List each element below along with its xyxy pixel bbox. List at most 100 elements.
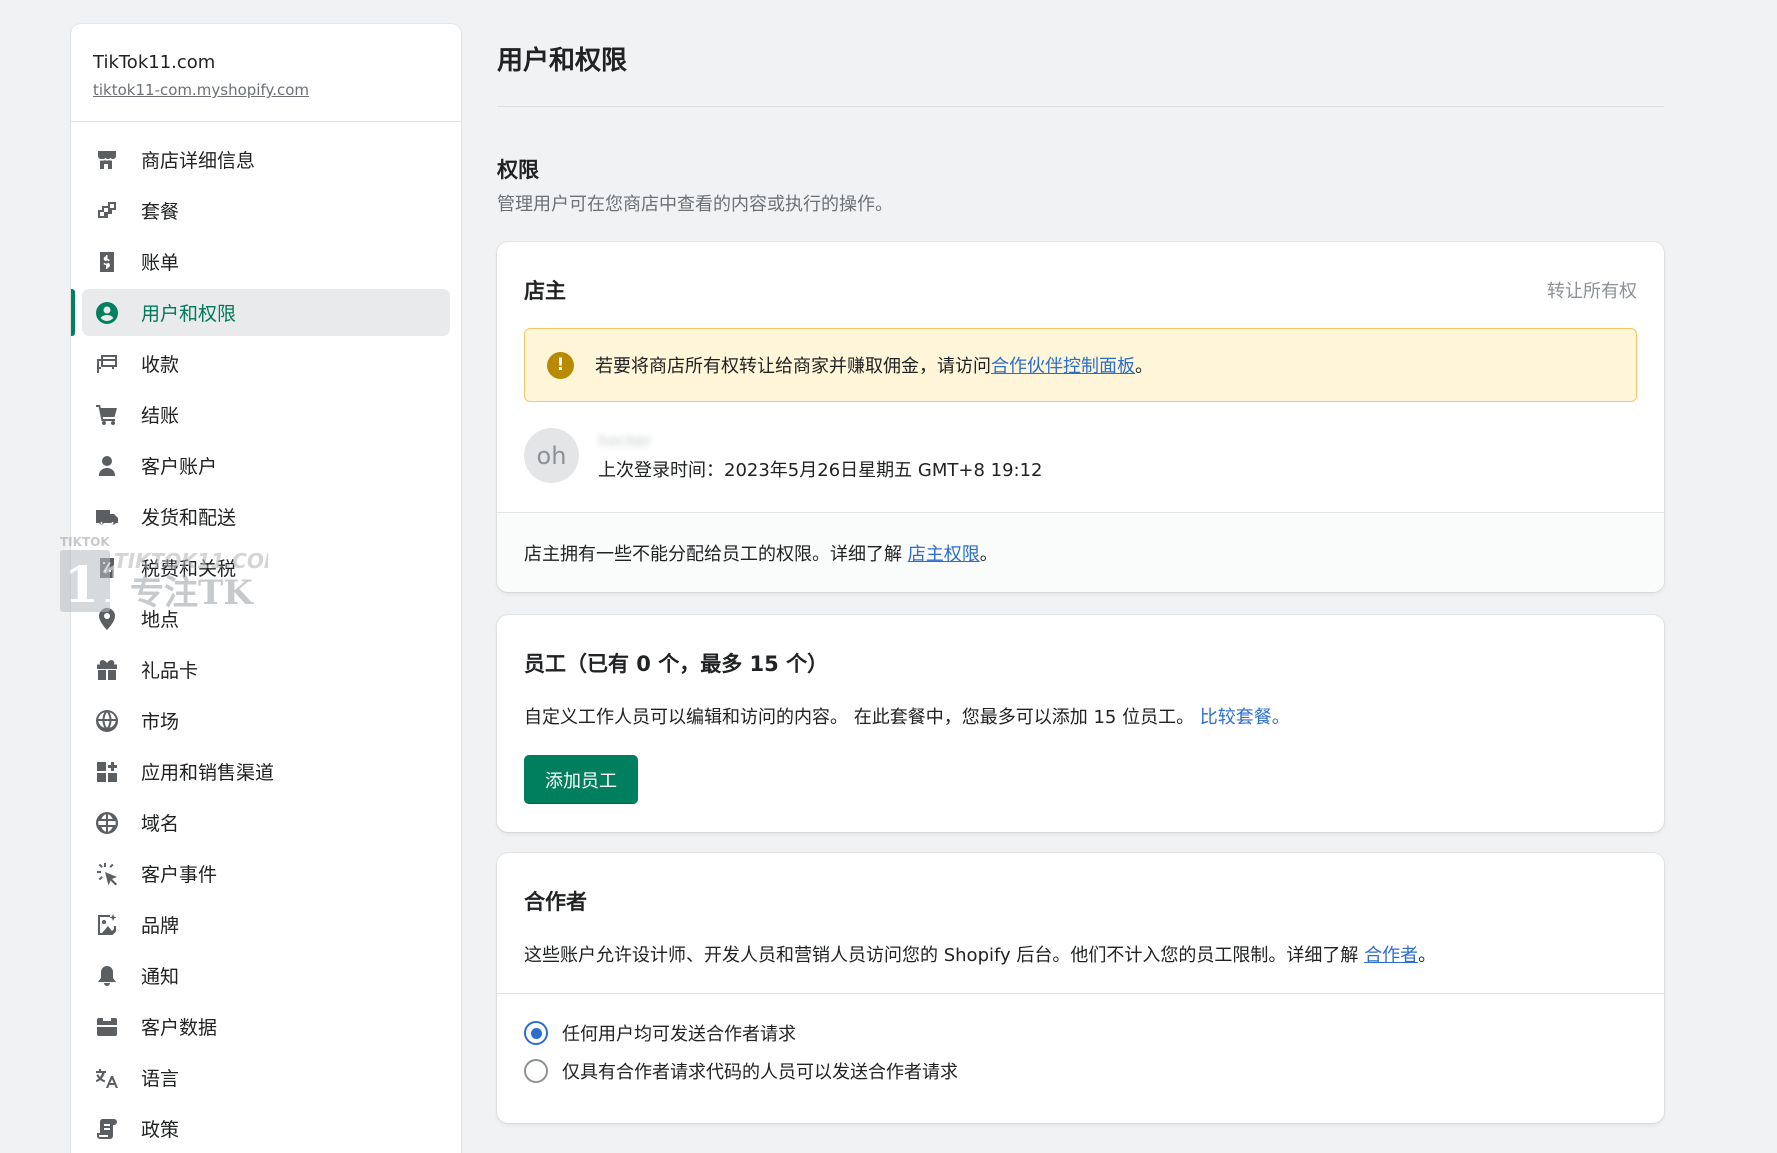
sidebar-item-payments[interactable]: 收款	[82, 340, 450, 387]
settings-sidebar: TikTok11.com tiktok11-com.myshopify.com …	[71, 24, 461, 1153]
compare-plans-link[interactable]: 比较套餐。	[1200, 707, 1290, 728]
sidebar-item-customer-events[interactable]: 客户事件	[82, 850, 450, 897]
sidebar-item-markets[interactable]: 市场	[82, 697, 450, 744]
collaborators-divider	[497, 993, 1664, 994]
collaborators-card: 合作者 这些账户允许设计师、开发人员和营销人员访问您的 Shopify 后台。他…	[497, 853, 1664, 1123]
sidebar-item-locations[interactable]: 地点	[82, 595, 450, 642]
owner-info: hocker 上次登录时间：2023年5月26日星期五 GMT+8 19:12	[598, 430, 1043, 482]
sidebar-item-customer-data[interactable]: 客户数据	[82, 1003, 450, 1050]
staff-card: 员工（已有 0 个，最多 15 个） 自定义工作人员可以编辑和访问的内容。 在此…	[497, 615, 1664, 832]
apps-icon	[94, 759, 120, 785]
globe-icon	[94, 708, 120, 734]
collaborators-description-text: 这些账户允许设计师、开发人员和营销人员访问您的 Shopify 后台。他们不计入…	[524, 945, 1365, 966]
sidebar-item-domains[interactable]: 域名	[82, 799, 450, 846]
sidebar-item-label: 市场	[141, 711, 180, 733]
sidebar-item-label: 应用和销售渠道	[141, 762, 275, 784]
radio-option-anyone[interactable]: 任何用户均可发送合作者请求	[524, 1020, 796, 1046]
data-icon	[94, 1014, 120, 1040]
transfer-ownership-link[interactable]: 转让所有权	[1547, 277, 1637, 303]
banner-message: 若要将商店所有权转让给商家并赚取佣金，请访问	[595, 356, 991, 377]
sidebar-item-customer-accounts[interactable]: 客户账户	[82, 442, 450, 489]
partner-dashboard-link[interactable]: 合作伙伴控制面板	[991, 356, 1135, 377]
sidebar-item-gift-cards[interactable]: 礼品卡	[82, 646, 450, 693]
collaborators-link[interactable]: 合作者	[1364, 945, 1418, 966]
owner-card: 店主 转让所有权 ! 若要将商店所有权转让给商家并赚取佣金，请访问合作伙伴控制面…	[497, 242, 1664, 592]
ownership-transfer-banner: ! 若要将商店所有权转让给商家并赚取佣金，请访问合作伙伴控制面板。	[524, 328, 1637, 402]
owner-row: oh hocker 上次登录时间：2023年5月26日星期五 GMT+8 19:…	[524, 428, 1043, 483]
truck-icon	[94, 504, 120, 530]
store-domain-link[interactable]: tiktok11-com.myshopify.com	[93, 81, 309, 99]
sidebar-item-taxes[interactable]: 税费和关税	[82, 544, 450, 591]
owner-footer-suffix: 。	[979, 543, 998, 565]
radio-button[interactable]	[524, 1059, 548, 1083]
banner-text: 若要将商店所有权转让给商家并赚取佣金，请访问合作伙伴控制面板。	[595, 352, 1153, 378]
store-name: TikTok11.com	[93, 52, 216, 73]
payments-icon	[94, 351, 120, 377]
bell-icon	[94, 963, 120, 989]
tax-icon	[94, 555, 120, 581]
brand-icon	[94, 912, 120, 938]
sidebar-item-notifications[interactable]: 通知	[82, 952, 450, 999]
gift-icon	[94, 657, 120, 683]
radio-label: 仅具有合作者请求代码的人员可以发送合作者请求	[562, 1062, 958, 1083]
sidebar-item-billing[interactable]: 账单	[82, 238, 450, 285]
add-staff-button[interactable]: 添加员工	[524, 755, 638, 804]
sidebar-item-apps[interactable]: 应用和销售渠道	[82, 748, 450, 795]
sidebar-item-store-details[interactable]: 商店详细信息	[82, 136, 450, 183]
sidebar-item-label: 礼品卡	[141, 660, 199, 682]
sidebar-item-users-permissions[interactable]: 用户和权限	[71, 289, 450, 336]
staff-description: 自定义工作人员可以编辑和访问的内容。 在此套餐中，您最多可以添加 15 位员工。…	[524, 703, 1290, 729]
customer-icon	[94, 453, 120, 479]
user-circle-icon	[94, 300, 120, 326]
sidebar-item-label: 客户数据	[141, 1017, 218, 1039]
domain-icon	[94, 810, 120, 836]
sidebar-item-languages[interactable]: 语言	[82, 1054, 450, 1101]
radio-button-checked[interactable]	[524, 1021, 548, 1045]
sidebar-item-label: 商店详细信息	[141, 150, 256, 172]
radio-option-code-only[interactable]: 仅具有合作者请求代码的人员可以发送合作者请求	[524, 1058, 958, 1084]
sidebar-item-label: 客户事件	[141, 864, 218, 886]
staff-description-text: 自定义工作人员可以编辑和访问的内容。 在此套餐中，您最多可以添加 15 位员工。	[524, 707, 1200, 728]
sidebar-item-shipping[interactable]: 发货和配送	[82, 493, 450, 540]
sidebar-item-brand[interactable]: 品牌	[82, 901, 450, 948]
sidebar-item-label: 通知	[141, 966, 180, 988]
collaborators-suffix: 。	[1418, 945, 1437, 966]
owner-name[interactable]: hocker	[598, 430, 1043, 452]
sidebar-item-policies[interactable]: 政策	[82, 1105, 450, 1152]
banner-suffix: 。	[1135, 356, 1153, 377]
title-divider	[497, 106, 1664, 107]
sidebar-item-checkout[interactable]: 结账	[82, 391, 450, 438]
collaborators-card-title: 合作者	[524, 890, 587, 914]
sidebar-item-label: 用户和权限	[141, 303, 237, 325]
staff-card-title: 员工（已有 0 个，最多 15 个）	[524, 652, 829, 676]
owner-card-title: 店主	[524, 279, 566, 303]
warning-icon: !	[547, 351, 574, 379]
sidebar-item-label: 账单	[141, 252, 180, 274]
collaborators-description: 这些账户允许设计师、开发人员和营销人员访问您的 Shopify 后台。他们不计入…	[524, 941, 1436, 967]
store-icon	[94, 147, 120, 173]
owner-card-footer: 店主拥有一些不能分配给员工的权限。详细了解 店主权限。	[497, 512, 1664, 592]
sidebar-item-label: 地点	[141, 609, 180, 631]
cursor-icon	[94, 861, 120, 887]
plan-icon	[94, 198, 120, 224]
sidebar-item-label: 政策	[141, 1119, 180, 1141]
sidebar-item-label: 语言	[141, 1068, 180, 1090]
page-title: 用户和权限	[497, 46, 628, 76]
owner-permissions-link[interactable]: 店主权限	[908, 540, 980, 566]
owner-footer-text: 店主拥有一些不能分配给员工的权限。详细了解	[524, 543, 902, 565]
sidebar-item-label: 收款	[141, 354, 180, 376]
sidebar-item-label: 税费和关税	[141, 558, 237, 580]
sidebar-item-label: 结账	[141, 405, 180, 427]
sidebar-item-plan[interactable]: 套餐	[82, 187, 450, 234]
owner-avatar: oh	[524, 428, 579, 483]
permissions-title: 权限	[497, 158, 539, 182]
sidebar-item-label: 套餐	[141, 201, 180, 223]
language-icon	[94, 1065, 120, 1091]
permissions-description: 管理用户可在您商店中查看的内容或执行的操作。	[497, 194, 893, 215]
sidebar-item-label: 品牌	[141, 915, 180, 937]
store-header: TikTok11.com tiktok11-com.myshopify.com	[71, 24, 461, 122]
cart-icon	[94, 402, 120, 428]
policy-icon	[94, 1116, 120, 1142]
owner-last-login: 上次登录时间：2023年5月26日星期五 GMT+8 19:12	[598, 459, 1043, 481]
settings-nav: 商店详细信息 套餐 账单 用户和权限 收款 结账 客户账户 发货和配送 税费和关…	[71, 122, 461, 1152]
